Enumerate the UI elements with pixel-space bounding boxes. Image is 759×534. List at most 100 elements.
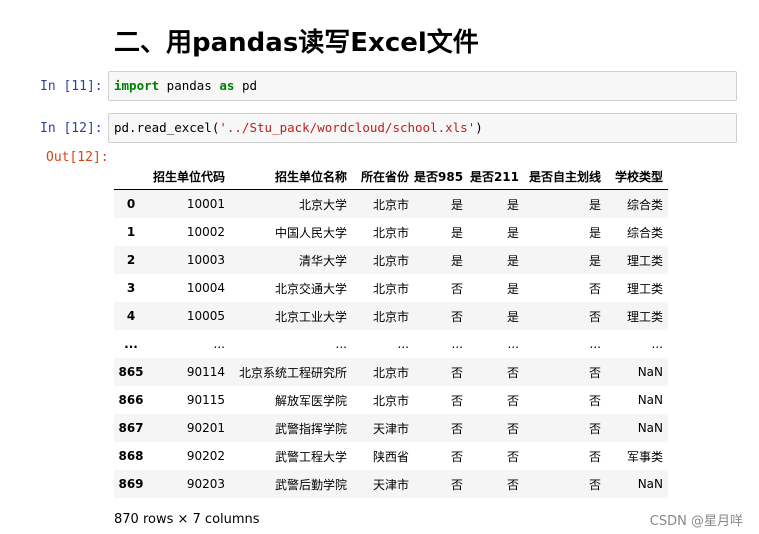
- table-cell: NaN: [637, 477, 663, 491]
- table-cell: 10002: [186, 225, 225, 239]
- table-cell: 北京工业大学: [274, 309, 347, 324]
- table-cell: 是: [588, 253, 601, 268]
- table-cell: ...: [213, 337, 225, 351]
- table-cell: 否: [450, 281, 463, 296]
- table-cell: 否: [450, 393, 463, 408]
- column-header: 招生单位代码: [148, 163, 230, 190]
- table-cell: 是: [524, 189, 606, 218]
- table-cell: 陕西省: [372, 449, 409, 464]
- row-index: 867: [118, 421, 144, 435]
- table-cell: 否: [588, 477, 601, 492]
- table-cell: 是: [414, 189, 468, 218]
- table-cell: 武警后勤学院: [274, 477, 347, 492]
- table-cell: 天津市: [372, 477, 409, 492]
- table-cell: 否: [450, 309, 463, 324]
- table-cell: ...: [335, 337, 347, 351]
- table-cell: 是: [588, 225, 601, 240]
- input-prompt-12: In [12]:: [40, 121, 103, 136]
- table-cell: 否: [588, 393, 601, 408]
- table-cell: 否: [588, 365, 601, 380]
- table-shape-summary: 870 rows × 7 columns: [114, 512, 260, 527]
- table-row: 1 10002 中国人民大学 北京市 是 是 是 综合类: [114, 218, 668, 246]
- table-cell: 北京市: [372, 309, 409, 324]
- table-cell: 90114: [186, 365, 225, 379]
- table-cell: 10001: [148, 189, 230, 218]
- table-cell: 否: [588, 281, 601, 296]
- code-token: import: [114, 78, 160, 93]
- output-prompt-12: Out[12]:: [46, 150, 109, 165]
- table-cell: 解放军医学院: [274, 393, 347, 408]
- row-index: ...: [124, 337, 138, 351]
- table-cell: 清华大学: [298, 253, 347, 268]
- table-cell: 否: [506, 421, 519, 436]
- table-cell: 北京大学: [230, 189, 352, 218]
- table-cell: 10003: [186, 253, 225, 267]
- table-cell: 是: [450, 225, 463, 240]
- code-token: '../Stu_pack/wordcloud/school.xls': [219, 120, 476, 135]
- table-cell: NaN: [637, 365, 663, 379]
- row-index: 3: [126, 281, 136, 295]
- row-index: 4: [126, 309, 136, 323]
- table-cell: 否: [450, 421, 463, 436]
- table-cell: 否: [588, 421, 601, 436]
- table-cell: 综合类: [606, 189, 668, 218]
- row-index: 2: [126, 253, 136, 267]
- table-cell: ...: [589, 337, 601, 351]
- table-cell: 否: [450, 365, 463, 380]
- column-header: 招生单位名称: [230, 163, 352, 190]
- table-cell: 理工类: [626, 309, 663, 324]
- table-cell: ...: [651, 337, 663, 351]
- table-row: 867 90201 武警指挥学院 天津市 否 否 否 NaN: [114, 414, 668, 442]
- column-header: 是否211: [468, 163, 524, 190]
- table-cell: 90201: [186, 421, 225, 435]
- code-token: pandas: [159, 78, 220, 93]
- table-cell: 是: [506, 253, 519, 268]
- code-token: pd.read_excel(: [114, 120, 220, 135]
- table-cell: 10005: [186, 309, 225, 323]
- column-header: 所在省份: [352, 163, 414, 190]
- table-row: 3 10004 北京交通大学 北京市 否 是 否 理工类: [114, 274, 668, 302]
- row-index: 866: [118, 393, 144, 407]
- code-token: ): [475, 120, 483, 135]
- table-cell: 否: [588, 449, 601, 464]
- table-cell: 理工类: [626, 253, 663, 268]
- table-cell: 否: [450, 477, 463, 492]
- table-cell: 北京市: [372, 393, 409, 408]
- column-header: 是否985: [414, 163, 468, 190]
- table-row: 0 10001 北京大学 北京市是是是综合类: [114, 189, 668, 218]
- row-index: 869: [118, 477, 144, 491]
- code-cell-11[interactable]: import pandas as pd: [108, 71, 737, 101]
- input-prompt-11: In [11]:: [40, 79, 103, 94]
- table-cell: 否: [506, 449, 519, 464]
- table-row: 4 10005 北京工业大学 北京市 否 是 否 理工类: [114, 302, 668, 330]
- table-cell: 北京市: [372, 365, 409, 380]
- table-row: 2 10003 清华大学 北京市 是 是 是 理工类: [114, 246, 668, 274]
- table-cell: 理工类: [626, 281, 663, 296]
- table-cell: 北京市: [372, 253, 409, 268]
- table-cell: 北京系统工程研究所: [238, 365, 347, 380]
- table-cell: NaN: [637, 421, 663, 435]
- row-index: 0: [114, 189, 148, 218]
- table-cell: 军事类: [626, 449, 663, 464]
- table-row: 868 90202 武警工程大学 陕西省 否 否 否 军事类: [114, 442, 668, 470]
- table-cell: 中国人民大学: [274, 225, 347, 240]
- code-token: pd: [234, 78, 258, 93]
- csdn-watermark: CSDN @星月咩: [649, 514, 743, 529]
- table-cell: 90203: [186, 477, 225, 491]
- column-header: [114, 163, 148, 190]
- dataframe-table: 招生单位代码 招生单位名称 所在省份 是否985 是否211 是否自主划线 学校类型 0 10…: [114, 163, 668, 498]
- table-cell: ...: [397, 337, 409, 351]
- code-cell-12[interactable]: pd.read_excel('../Stu_pack/wordcloud/sch…: [108, 113, 737, 143]
- table-header-row: 招生单位代码 招生单位名称 所在省份 是否985 是否211 是否自主划线 学校类型: [114, 163, 668, 190]
- table-cell: 是: [450, 253, 463, 268]
- table-cell: 北京市: [372, 225, 409, 240]
- column-header: 学校类型: [606, 163, 668, 190]
- table-cell: 是: [506, 281, 519, 296]
- table-cell: ...: [451, 337, 463, 351]
- table-cell: 天津市: [372, 421, 409, 436]
- column-header: 是否自主划线: [524, 163, 606, 190]
- table-cell: 是: [506, 225, 519, 240]
- table-cell: 否: [506, 393, 519, 408]
- table-cell: 是: [468, 189, 524, 218]
- table-cell: 北京交通大学: [274, 281, 347, 296]
